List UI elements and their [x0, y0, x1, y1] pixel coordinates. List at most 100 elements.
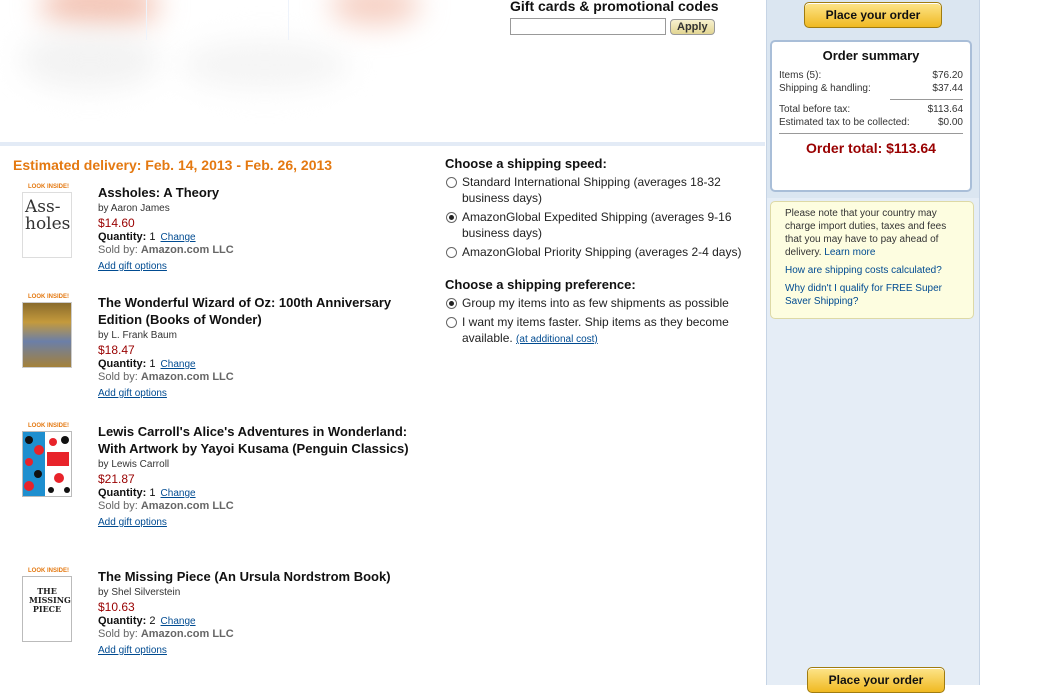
radio-group-items[interactable]	[446, 298, 457, 309]
item-quantity: Quantity: 1 Change	[98, 487, 418, 499]
shipping-costs-link[interactable]: How are shipping costs calculated?	[785, 265, 942, 276]
radio-ship-faster[interactable]	[446, 317, 457, 328]
book-thumbnail[interactable]: LOOK INSIDE!	[18, 294, 78, 374]
sold-by-label: Sold by:	[98, 371, 138, 383]
super-saver-link[interactable]: Why didn't I qualify for FREE Super Save…	[785, 283, 942, 307]
look-inside-badge: LOOK INSIDE!	[28, 423, 70, 429]
gift-cards-section: Gift cards & promotional codes Apply	[510, 0, 750, 35]
item-quantity: Quantity: 1 Change	[98, 358, 418, 370]
gift-cards-title: Gift cards & promotional codes	[510, 0, 719, 14]
gift-code-input[interactable]	[510, 18, 666, 35]
seller-name: Amazon.com LLC	[140, 244, 234, 256]
option-label: Group my items into as few shipments as …	[462, 296, 729, 310]
shipping-preference-title: Choose a shipping preference:	[445, 277, 636, 292]
item-info: Lewis Carroll's Alice's Adventures in Wo…	[98, 423, 418, 530]
sold-by-label: Sold by:	[98, 244, 138, 256]
radio-standard[interactable]	[446, 177, 457, 188]
items-value: $76.20	[932, 70, 963, 81]
sold-by-label: Sold by:	[98, 500, 138, 512]
item-seller: Sold by: Amazon.com LLC	[98, 500, 418, 512]
add-gift-options-link[interactable]: Add gift options	[98, 388, 167, 399]
add-gift-options-link[interactable]: Add gift options	[98, 517, 167, 528]
place-order-button-bottom[interactable]: Place your order	[807, 667, 945, 693]
shipping-options: Choose a shipping speed: Standard Intern…	[445, 156, 765, 348]
look-inside-badge: LOOK INSIDE!	[28, 294, 70, 300]
item-title: The Missing Piece (An Ursula Nordstrom B…	[98, 569, 391, 584]
radio-priority[interactable]	[446, 247, 457, 258]
summary-rule	[890, 99, 963, 100]
quantity-label: Quantity:	[98, 615, 147, 627]
item-author: by Aaron James	[98, 203, 170, 214]
quantity-value: 1	[149, 358, 156, 370]
quantity-value: 1	[149, 231, 156, 243]
item-author: by Shel Silverstein	[98, 587, 181, 598]
sold-by-label: Sold by:	[98, 628, 138, 640]
book-cover	[22, 302, 72, 368]
before-tax-value: $113.64	[927, 104, 963, 115]
items-row: Items (5): $76.20	[772, 69, 970, 82]
book-cover	[22, 431, 72, 497]
item-author: by L. Frank Baum	[98, 330, 177, 341]
seller-name: Amazon.com LLC	[140, 500, 234, 512]
blur-divider	[288, 0, 289, 40]
gift-cards-row: Apply	[510, 18, 750, 35]
blur-blob	[180, 40, 350, 90]
add-gift-options-link[interactable]: Add gift options	[98, 645, 167, 656]
option-label: Standard International Shipping (average…	[462, 175, 721, 205]
option-label: AmazonGlobal Expedited Shipping (average…	[462, 210, 732, 240]
item-info: The Wonderful Wizard of Oz: 100th Annive…	[98, 294, 418, 401]
order-summary-title: Order summary	[822, 48, 920, 63]
summary-rule	[779, 133, 963, 134]
before-tax-label: Total before tax:	[779, 104, 851, 115]
shipping-speed-option[interactable]: Standard International Shipping (average…	[445, 174, 765, 206]
place-order-button[interactable]: Place your order	[804, 2, 942, 28]
item-price: $18.47	[98, 343, 135, 357]
radio-expedited[interactable]	[446, 212, 457, 223]
section-divider	[0, 142, 765, 146]
shipping-label: Shipping & handling:	[779, 83, 871, 94]
option-label-wrap: I want my items faster. Ship items as th…	[462, 314, 765, 348]
quantity-value: 1	[149, 487, 156, 499]
option-label: AmazonGlobal Priority Shipping (averages…	[462, 245, 742, 259]
add-gift-options-link[interactable]: Add gift options	[98, 261, 167, 272]
order-summary-box: Order summary Items (5): $76.20 Shipping …	[770, 40, 972, 192]
cover-title: Ass-holes	[25, 197, 71, 234]
shipping-value: $37.44	[932, 83, 963, 94]
change-quantity-link[interactable]: Change	[161, 616, 196, 627]
book-thumbnail[interactable]: LOOK INSIDE! Ass-holes	[18, 184, 78, 264]
item-price: $21.87	[98, 472, 135, 486]
blur-blob	[20, 30, 160, 90]
item-info: The Missing Piece (An Ursula Nordstrom B…	[98, 568, 418, 658]
shipping-speed-option[interactable]: AmazonGlobal Priority Shipping (averages…	[445, 244, 765, 260]
change-quantity-link[interactable]: Change	[161, 359, 196, 370]
item-title: The Wonderful Wizard of Oz: 100th Annive…	[98, 295, 392, 327]
shipping-preference-option[interactable]: Group my items into as few shipments as …	[445, 295, 765, 311]
item-info: Assholes: A Theory by Aaron James $14.60…	[98, 184, 418, 274]
book-cover: THE MISSING PIECE	[22, 576, 72, 642]
item-seller: Sold by: Amazon.com LLC	[98, 244, 418, 256]
change-quantity-link[interactable]: Change	[161, 488, 196, 499]
item-seller: Sold by: Amazon.com LLC	[98, 628, 418, 640]
additional-cost-link[interactable]: (at additional cost)	[516, 334, 598, 345]
import-duties-notice: Please note that your country may charge…	[770, 201, 974, 319]
quantity-label: Quantity:	[98, 231, 147, 243]
cover-title: THE MISSING PIECE	[29, 586, 71, 614]
change-quantity-link[interactable]: Change	[161, 232, 196, 243]
shipping-speed-option[interactable]: AmazonGlobal Expedited Shipping (average…	[445, 209, 765, 241]
blur-divider	[146, 0, 147, 40]
item-price: $14.60	[98, 216, 135, 230]
book-thumbnail[interactable]: LOOK INSIDE! THE MISSING PIECE	[18, 568, 78, 648]
look-inside-badge: LOOK INSIDE!	[28, 568, 70, 574]
quantity-value: 2	[149, 615, 156, 627]
shipping-preference-option[interactable]: I want my items faster. Ship items as th…	[445, 314, 765, 348]
book-thumbnail[interactable]: LOOK INSIDE!	[18, 423, 78, 503]
learn-more-link[interactable]: Learn more	[824, 247, 875, 258]
order-sidebar: Place your order Order summary Items (5)…	[766, 0, 980, 693]
item-seller: Sold by: Amazon.com LLC	[98, 371, 418, 383]
quantity-label: Quantity:	[98, 487, 147, 499]
blur-blob	[330, 0, 420, 25]
look-inside-badge: LOOK INSIDE!	[28, 184, 70, 190]
polka-dots-art	[23, 432, 71, 496]
apply-button[interactable]: Apply	[670, 18, 715, 35]
item-author: by Lewis Carroll	[98, 459, 170, 470]
